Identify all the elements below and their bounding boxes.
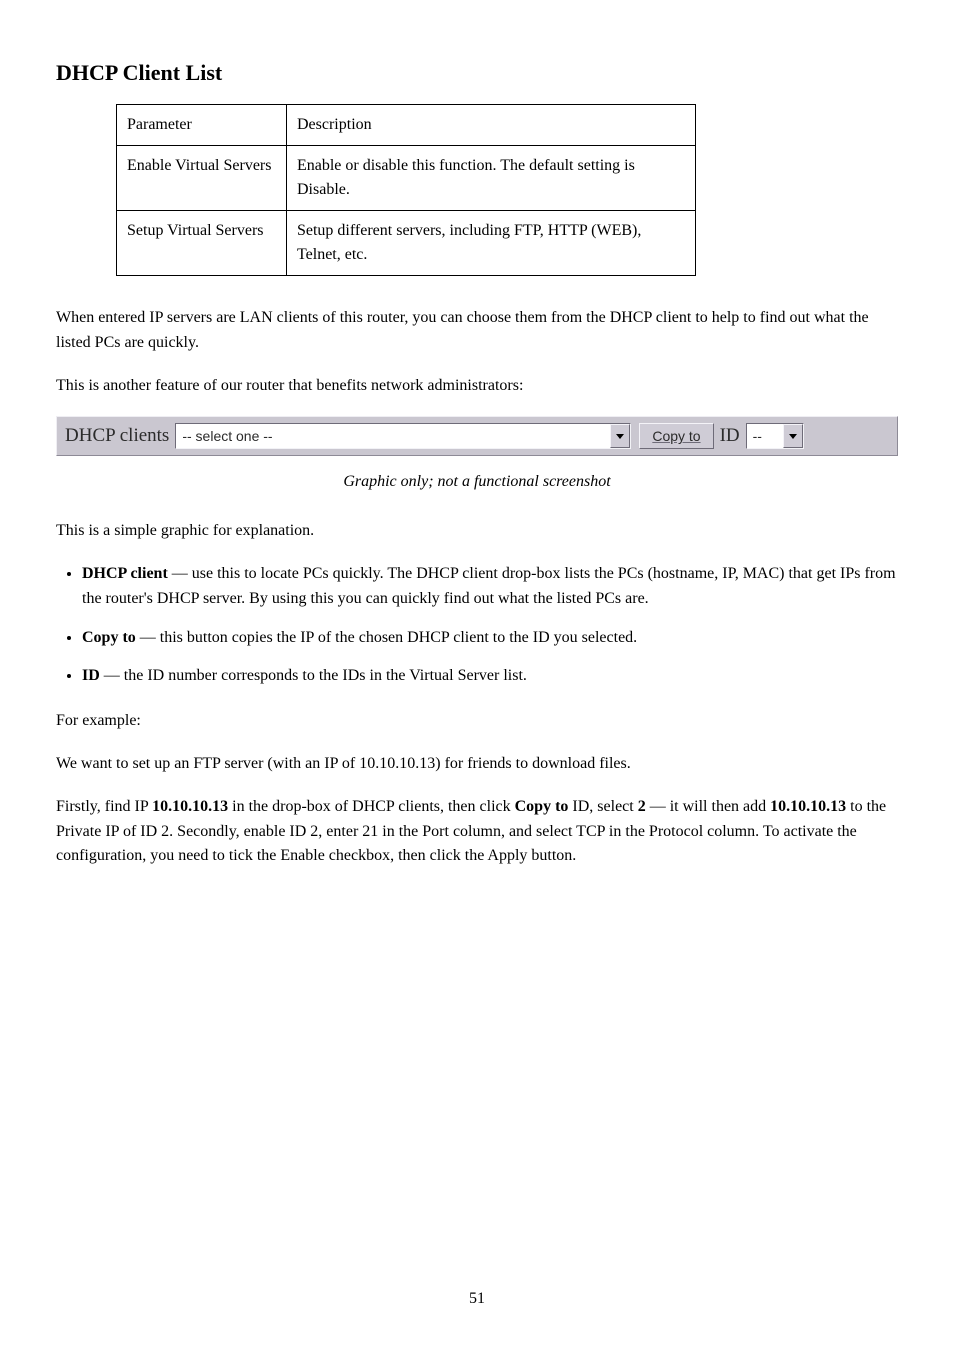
intro-paragraph: When entered IP servers are LAN clients … bbox=[56, 306, 898, 356]
chevron-down-icon[interactable] bbox=[610, 424, 630, 448]
page-number: 51 bbox=[0, 1290, 954, 1308]
tip-text: — the ID number corresponds to the IDs i… bbox=[100, 667, 527, 684]
text: ID, select bbox=[568, 798, 637, 815]
id-select-value: -- bbox=[747, 428, 783, 444]
dhcp-bar: DHCP clients -- select one -- Copy to ID… bbox=[56, 416, 898, 456]
param-name: Setup Virtual Servers bbox=[117, 211, 287, 276]
table-row: Setup Virtual Servers Setup different se… bbox=[117, 211, 696, 276]
tip-label: ID bbox=[82, 667, 100, 684]
param-desc: Setup different servers, including FTP, … bbox=[286, 211, 695, 276]
dhcp-clients-select-value: -- select one -- bbox=[176, 428, 610, 444]
tip-label: DHCP client bbox=[82, 565, 168, 582]
list-item: Copy to — this button copies the IP of t… bbox=[82, 626, 898, 651]
example-lead: For example: bbox=[56, 709, 898, 734]
list-item: DHCP client — use this to locate PCs qui… bbox=[82, 562, 898, 612]
page-title: DHCP Client List bbox=[56, 60, 898, 86]
example-ip: 10.10.10.13 bbox=[152, 798, 228, 815]
id-select[interactable]: -- bbox=[746, 423, 804, 449]
example-ip-2: 10.10.10.13 bbox=[770, 798, 846, 815]
benefits-lead: This is another feature of our router th… bbox=[56, 374, 898, 399]
example-line-1: We want to set up an FTP server (with an… bbox=[56, 752, 898, 777]
tips-list: DHCP client — use this to locate PCs qui… bbox=[56, 562, 898, 689]
param-desc: Enable or disable this function. The def… bbox=[286, 146, 695, 211]
parameters-table: Parameter Description Enable Virtual Ser… bbox=[116, 104, 696, 276]
table-header-parameter: Parameter bbox=[117, 105, 287, 146]
table-row: Parameter Description bbox=[117, 105, 696, 146]
param-name: Enable Virtual Servers bbox=[117, 146, 287, 211]
id-label: ID bbox=[720, 425, 740, 447]
tip-text: — this button copies the IP of the chose… bbox=[136, 629, 637, 646]
example-line-2: Firstly, find IP 10.10.10.13 in the drop… bbox=[56, 795, 898, 869]
table-header-description: Description bbox=[286, 105, 695, 146]
table-row: Enable Virtual Servers Enable or disable… bbox=[117, 146, 696, 211]
text: Firstly, find IP bbox=[56, 798, 152, 815]
list-item: ID — the ID number corresponds to the ID… bbox=[82, 664, 898, 689]
dhcp-clients-graphic: DHCP clients -- select one -- Copy to ID… bbox=[56, 416, 898, 456]
example-id: 2 bbox=[638, 798, 646, 815]
example-copy-btn: Copy to bbox=[515, 798, 569, 815]
tip-label: Copy to bbox=[82, 629, 136, 646]
dhcp-clients-label: DHCP clients bbox=[65, 425, 169, 447]
text: — it will then add bbox=[646, 798, 770, 815]
dhcp-clients-select[interactable]: -- select one -- bbox=[175, 423, 631, 449]
chevron-down-icon[interactable] bbox=[783, 424, 803, 448]
graphic-caption: Graphic only; not a functional screensho… bbox=[56, 470, 898, 495]
explain-line-1: This is a simple graphic for explanation… bbox=[56, 519, 898, 544]
tip-text: — use this to locate PCs quickly. The DH… bbox=[82, 565, 896, 607]
text: in the drop-box of DHCP clients, then cl… bbox=[228, 798, 514, 815]
copy-to-button[interactable]: Copy to bbox=[639, 423, 713, 449]
